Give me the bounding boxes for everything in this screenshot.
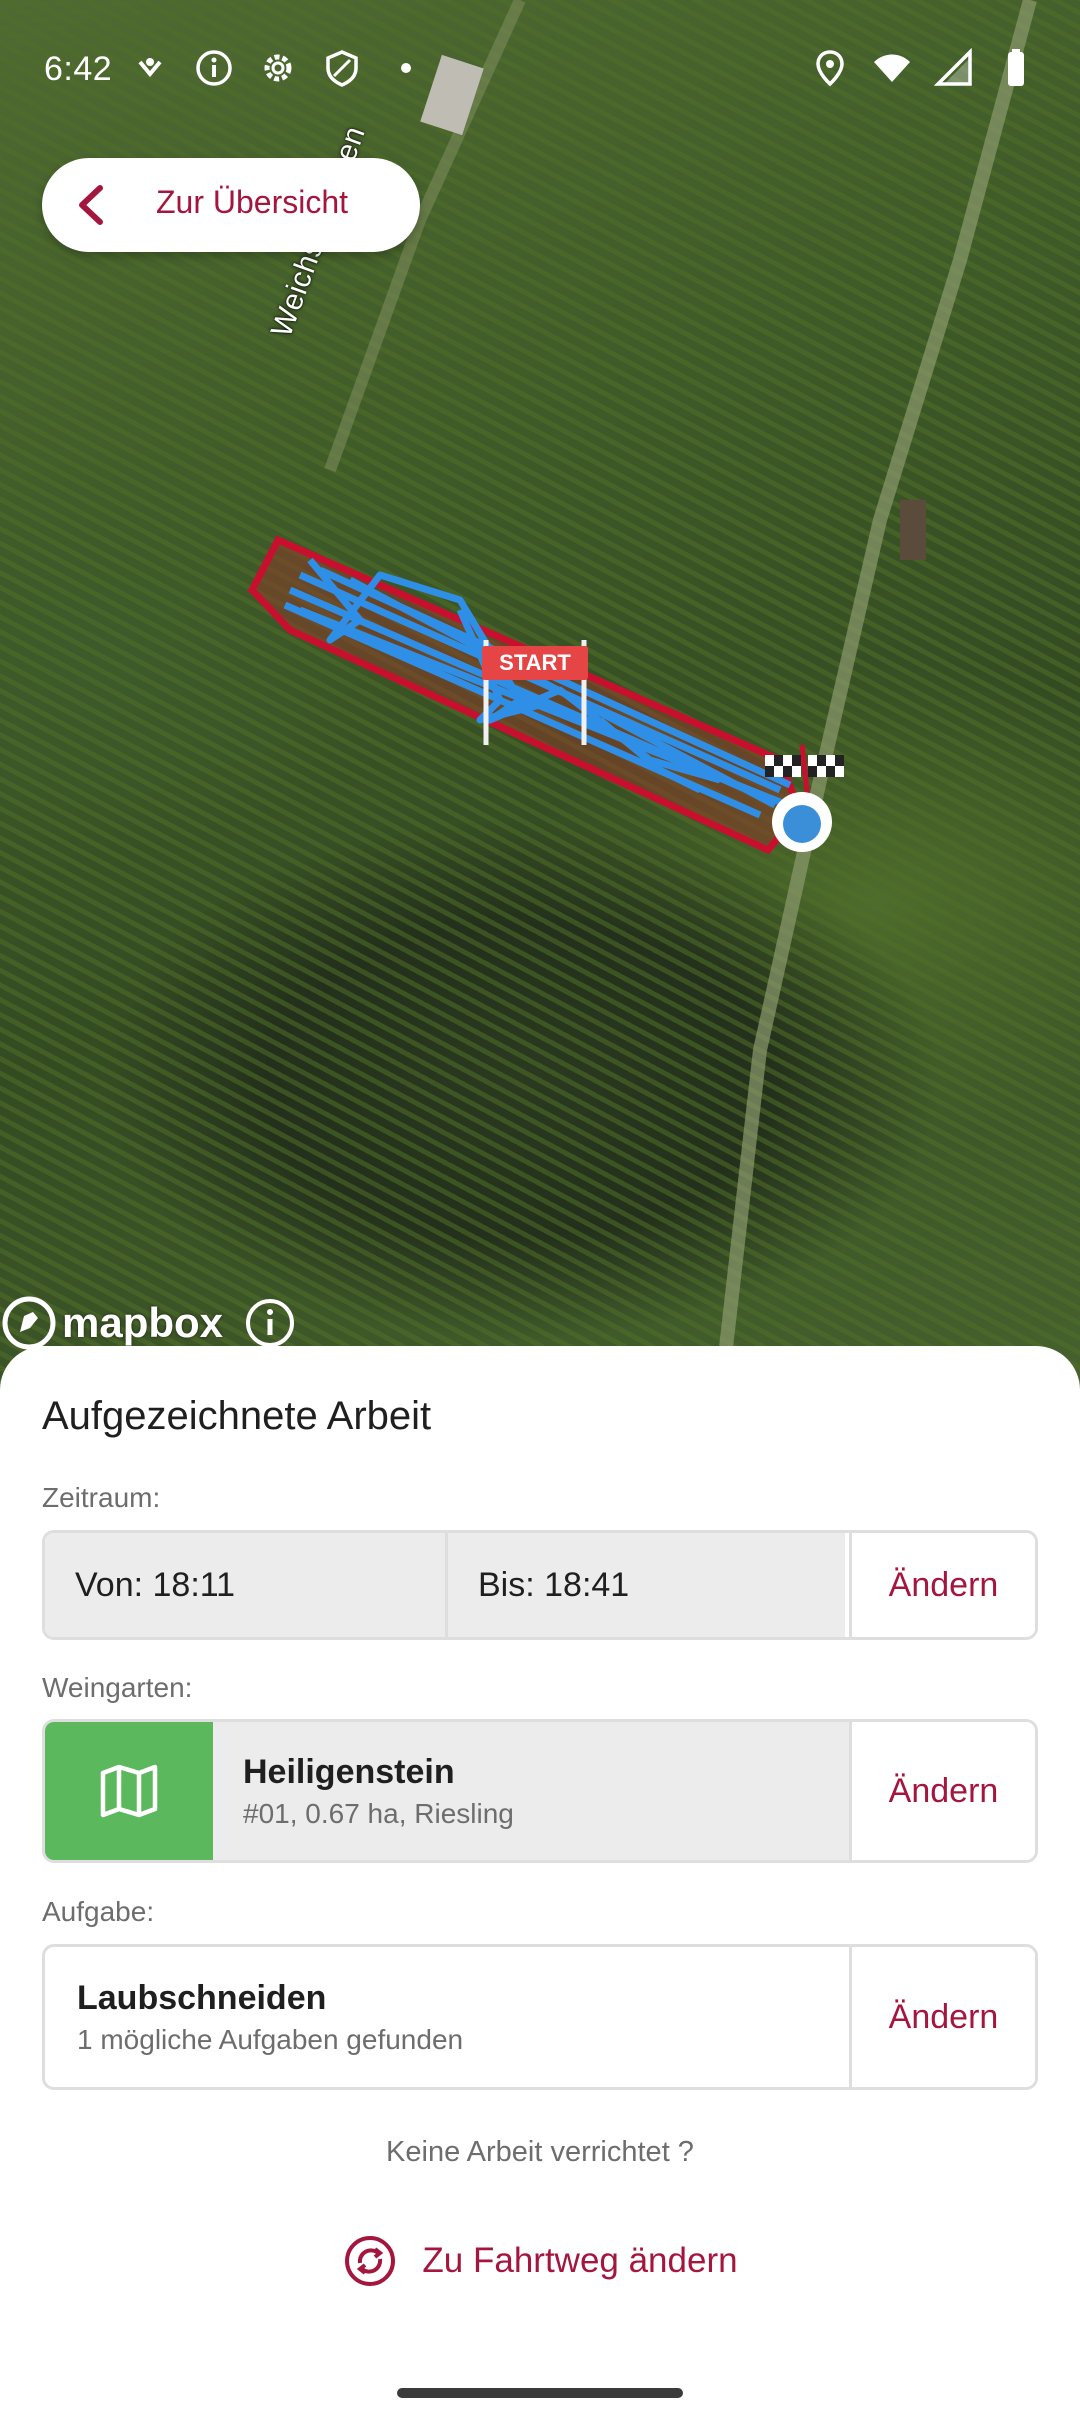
status-system [810,48,1036,88]
battery-icon [1008,49,1024,86]
status-notifications [130,48,426,88]
task-details: 1 mögliche Aufgaben gefunden [77,2023,464,2055]
map-view[interactable]: START Weichselgraben 6:42 Zur Übersicht … [0,0,1080,1400]
map-icon [100,1764,158,1818]
sheet-title: Aufgezeichnete Arbeit [42,1394,432,1438]
recorded-work-sheet: Aufgezeichnete Arbeit Zeitraum: Von: 18:… [0,1346,1080,2424]
change-task-button[interactable]: Ändern [849,1947,1035,2087]
wifi-icon [874,54,910,82]
app-notification-icon [138,58,162,78]
info-icon [196,50,232,86]
settings-icon [264,54,292,82]
vineyard-icon-cell [45,1722,213,1860]
task-info: Laubschneiden 1 mögliche Aufgaben gefund… [45,1947,849,2087]
time-from: Von: 18:11 [45,1533,445,1637]
vineyard-info: Heiligenstein #01, 0.67 ha, Riesling [213,1722,849,1860]
change-time-button[interactable]: Ändern [849,1533,1035,1637]
chevron-left-icon [79,185,103,225]
map-info-icon[interactable] [243,1296,297,1350]
change-to-route-button[interactable]: Zu Fahrtweg ändern [0,2226,1080,2296]
task-name: Laubschneiden [77,1978,327,2017]
vineyard-card: Heiligenstein #01, 0.67 ha, Riesling Änd… [42,1719,1038,1863]
status-time: 6:42 [44,50,113,88]
shield-icon [326,50,358,87]
dirt-road [713,0,1037,1400]
home-indicator[interactable] [397,2388,683,2398]
vineyard-details: #01, 0.67 ha, Riesling [243,1797,514,1829]
mapbox-logo-icon [2,1296,56,1350]
status-bar: 6:42 [0,0,1080,140]
task-card: Laubschneiden 1 mögliche Aufgaben gefund… [42,1944,1038,2090]
change-vineyard-button[interactable]: Ändern [849,1722,1035,1860]
start-sign-label: START [499,650,571,675]
time-to: Bis: 18:41 [445,1533,845,1637]
time-range-label: Zeitraum: [42,1482,161,1513]
current-location-icon [772,792,832,852]
location-icon [816,50,844,87]
time-range-card: Von: 18:11 Bis: 18:41 Ändern [42,1530,1038,1640]
change-to-route-label: Zu Fahrtweg ändern [422,2241,738,2280]
back-button-label: Zur Übersicht [156,184,349,220]
vineyard-label: Weingarten: [42,1672,193,1703]
more-dot-icon [401,63,411,73]
task-label: Aufgabe: [42,1896,155,1927]
cellular-signal-icon [934,48,972,86]
mapbox-wordmark: mapbox [62,1299,224,1346]
back-to-overview-button[interactable]: Zur Übersicht [42,158,420,252]
sync-icon [345,2236,396,2286]
no-work-link[interactable]: Keine Arbeit verrichtet ? [0,2136,1080,2169]
building [900,500,926,560]
mapbox-logo[interactable]: mapbox [0,1294,223,1352]
vineyard-name: Heiligenstein [243,1752,455,1791]
